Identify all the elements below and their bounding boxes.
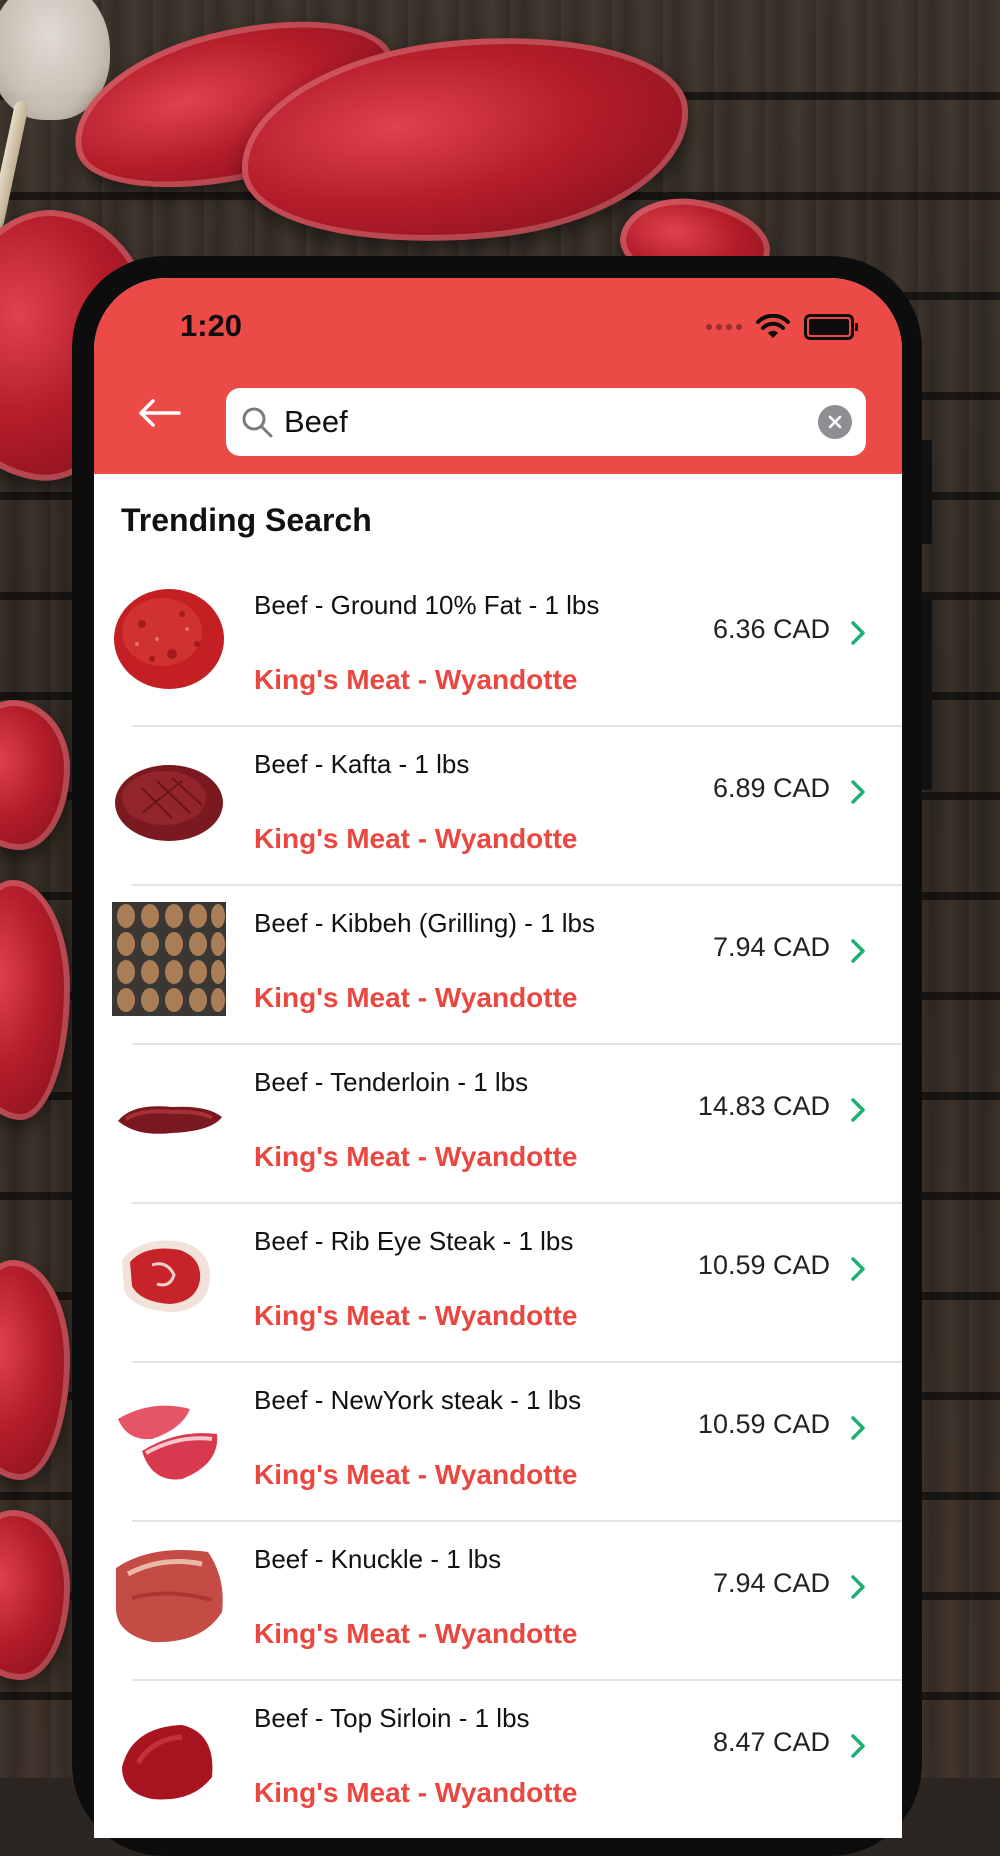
battery-icon <box>804 314 858 340</box>
product-price: 14.83 CAD <box>697 1091 830 1121</box>
list-item[interactable]: Beef - Kibbeh (Grilling) - 1 lbs King's … <box>94 886 902 1045</box>
search-input[interactable] <box>284 404 804 440</box>
list-item[interactable]: Beef - Rib Eye Steak - 1 lbs King's Meat… <box>94 1204 902 1363</box>
product-price: 7.94 CAD <box>712 932 830 962</box>
store-name: King's Meat - Wyandotte <box>254 982 578 1013</box>
store-name: King's Meat - Wyandotte <box>254 664 578 695</box>
product-name: Beef - NewYork steak - 1 lbs <box>254 1385 582 1415</box>
wifi-icon <box>756 314 790 338</box>
results-list: Beef - Ground 10% Fat - 1 lbs King's Mea… <box>94 568 902 1838</box>
product-image-ground-beef <box>112 584 226 698</box>
chevron-right-icon <box>851 780 865 804</box>
product-price: 10.59 CAD <box>697 1409 830 1439</box>
chevron-right-icon <box>851 1734 865 1758</box>
product-image-kafta <box>112 743 226 857</box>
product-price: 8.47 CAD <box>712 1727 830 1757</box>
product-price: 6.36 CAD <box>712 614 830 644</box>
chevron-right-icon <box>851 621 865 645</box>
list-item[interactable]: Beef - Tenderloin - 1 lbs King's Meat - … <box>94 1045 902 1204</box>
product-image-tenderloin <box>112 1061 226 1175</box>
chevron-right-icon <box>851 939 865 963</box>
list-item[interactable]: Beef - Knuckle - 1 lbs King's Meat - Wya… <box>94 1522 902 1681</box>
phone-side-button <box>922 600 932 790</box>
product-price: 6.89 CAD <box>712 773 830 803</box>
list-item[interactable]: Beef - NewYork steak - 1 lbs King's Meat… <box>94 1363 902 1522</box>
clear-search-button[interactable] <box>818 405 852 439</box>
product-price: 10.59 CAD <box>697 1250 830 1280</box>
product-name: Beef - Kafta - 1 lbs <box>254 749 470 779</box>
back-button[interactable] <box>134 388 184 438</box>
close-icon <box>828 415 842 429</box>
phone-side-button <box>922 440 932 544</box>
back-arrow-icon <box>139 399 181 427</box>
chevron-right-icon <box>851 1098 865 1122</box>
list-item[interactable]: Beef - Kafta - 1 lbs King's Meat - Wyand… <box>94 727 902 886</box>
product-image-top-sirloin <box>112 1697 226 1811</box>
product-name: Beef - Ground 10% Fat - 1 lbs <box>254 590 600 620</box>
product-image-knuckle <box>112 1538 226 1652</box>
list-item[interactable]: Beef - Ground 10% Fat - 1 lbs King's Mea… <box>94 568 902 727</box>
chevron-right-icon <box>851 1257 865 1281</box>
app-screen: 1:20 Beef Trending Search Beef - Ground … <box>94 278 902 1838</box>
product-image-kibbeh <box>112 902 226 1016</box>
product-price: 7.94 CAD <box>712 1568 830 1598</box>
cellular-signal-icon <box>706 324 742 330</box>
store-name: King's Meat - Wyandotte <box>254 1141 578 1172</box>
product-image-rib-eye <box>112 1220 226 1334</box>
product-name: Beef - Rib Eye Steak - 1 lbs <box>254 1226 574 1256</box>
store-name: King's Meat - Wyandotte <box>254 1777 578 1808</box>
app-header: 1:20 <box>94 278 902 474</box>
chevron-right-icon <box>851 1416 865 1440</box>
status-icons <box>706 314 858 340</box>
list-item[interactable]: Beef - Top Sirloin - 1 lbs King's Meat -… <box>94 1681 902 1838</box>
store-name: King's Meat - Wyandotte <box>254 1618 578 1649</box>
store-name: King's Meat - Wyandotte <box>254 1459 578 1490</box>
store-name: King's Meat - Wyandotte <box>254 1300 578 1331</box>
search-icon <box>242 407 273 438</box>
section-title: Trending Search <box>121 502 372 538</box>
status-time: 1:20 <box>180 308 243 343</box>
product-name: Beef - Tenderloin - 1 lbs <box>254 1067 529 1097</box>
search-bar[interactable] <box>226 388 866 456</box>
store-name: King's Meat - Wyandotte <box>254 823 578 854</box>
product-name: Beef - Knuckle - 1 lbs <box>254 1544 502 1574</box>
product-name: Beef - Top Sirloin - 1 lbs <box>254 1703 530 1733</box>
product-image-newyork-steak <box>112 1379 226 1493</box>
product-name: Beef - Kibbeh (Grilling) - 1 lbs <box>254 908 596 938</box>
chevron-right-icon <box>851 1575 865 1599</box>
